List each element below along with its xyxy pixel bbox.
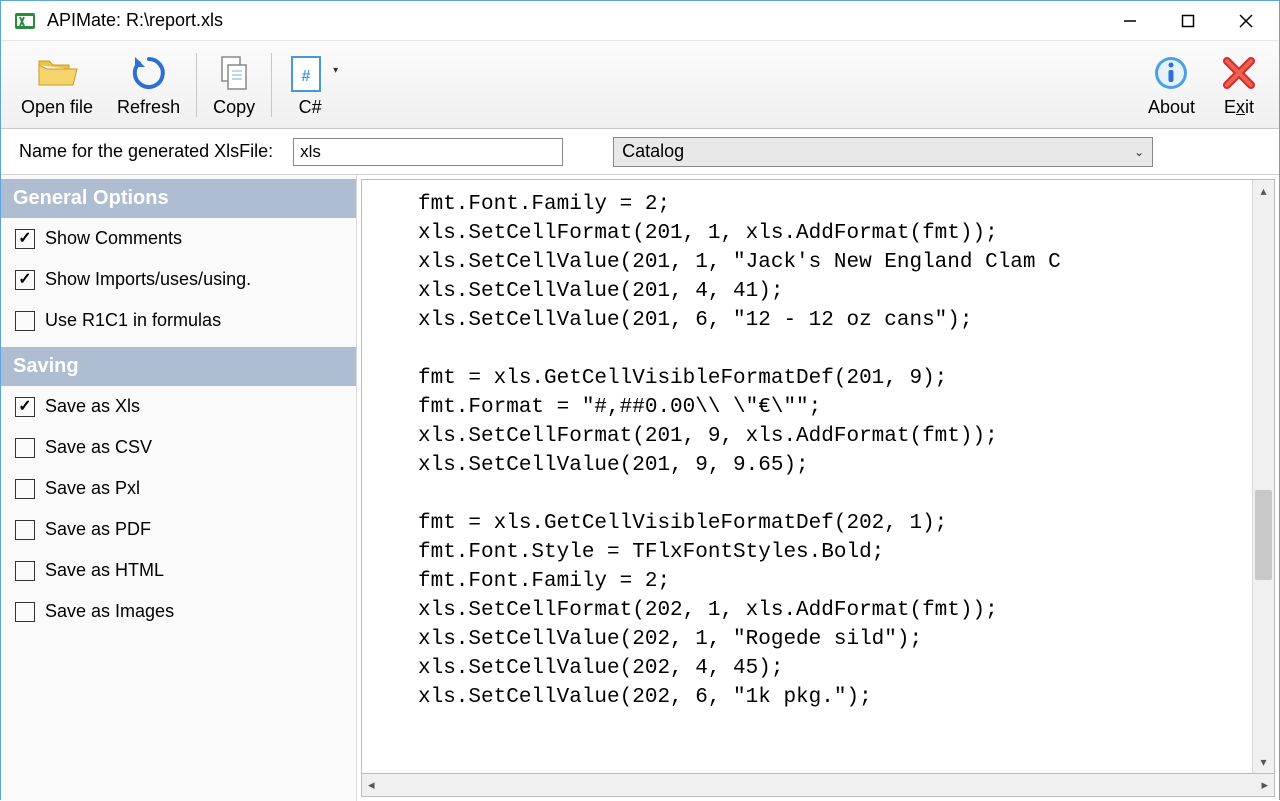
save-as-images-checkbox[interactable]: Save as Images xyxy=(1,591,356,632)
copy-label: Copy xyxy=(213,97,255,118)
toolbar: Open file Refresh Copy # xyxy=(1,41,1279,129)
checkbox-label: Show Comments xyxy=(45,228,182,249)
copy-icon xyxy=(214,51,254,95)
code-area: fmt.Font.Family = 2; xls.SetCellFormat(2… xyxy=(357,175,1279,801)
exit-button[interactable]: Exit xyxy=(1207,44,1271,126)
save-as-html-checkbox[interactable]: Save as HTML xyxy=(1,550,356,591)
window-controls xyxy=(1101,1,1275,41)
open-file-button[interactable]: Open file xyxy=(9,44,105,126)
refresh-icon xyxy=(129,51,169,95)
code-pane[interactable]: fmt.Font.Family = 2; xls.SetCellFormat(2… xyxy=(361,179,1275,773)
checkbox-icon xyxy=(15,397,35,417)
refresh-button[interactable]: Refresh xyxy=(105,44,192,126)
close-button[interactable] xyxy=(1217,1,1275,41)
checkbox-label: Save as CSV xyxy=(45,437,152,458)
general-options-header: General Options xyxy=(1,179,356,218)
maximize-button[interactable] xyxy=(1159,1,1217,41)
language-button[interactable]: # ▾ C# xyxy=(276,44,344,126)
scroll-left-icon: ◂ xyxy=(368,777,375,793)
refresh-label: Refresh xyxy=(117,97,180,118)
sidebar: General Options Show Comments Show Impor… xyxy=(1,175,357,801)
chevron-down-icon: ▾ xyxy=(333,65,338,76)
window-title: APIMate: R:\report.xls xyxy=(47,10,1101,31)
language-label: C# xyxy=(299,97,322,118)
vertical-scrollbar[interactable]: ▴ ▾ xyxy=(1252,180,1274,773)
close-icon xyxy=(1219,51,1259,95)
minimize-button[interactable] xyxy=(1101,1,1159,41)
show-imports-checkbox[interactable]: Show Imports/uses/using. xyxy=(1,259,356,300)
saving-header: Saving xyxy=(1,347,356,386)
toolbar-separator xyxy=(271,53,272,117)
scroll-right-icon: ▸ xyxy=(1261,777,1268,793)
horizontal-scrollbar[interactable]: ◂ ▸ xyxy=(361,773,1275,797)
checkbox-icon xyxy=(15,520,35,540)
save-as-xls-checkbox[interactable]: Save as Xls xyxy=(1,386,356,427)
svg-text:#: # xyxy=(302,68,311,85)
about-label: About xyxy=(1148,97,1195,118)
app-icon xyxy=(13,9,37,33)
info-icon xyxy=(1151,51,1191,95)
toolbar-separator xyxy=(196,53,197,117)
sheet-combo[interactable]: Catalog ⌄ xyxy=(613,137,1153,167)
checkbox-icon xyxy=(15,602,35,622)
checkbox-label: Save as Xls xyxy=(45,396,140,417)
checkbox-label: Save as HTML xyxy=(45,560,164,581)
checkbox-label: Save as Images xyxy=(45,601,174,622)
checkbox-icon xyxy=(15,229,35,249)
checkbox-icon xyxy=(15,438,35,458)
open-file-label: Open file xyxy=(21,97,93,118)
save-as-csv-checkbox[interactable]: Save as CSV xyxy=(1,427,356,468)
xlsfile-name-input[interactable] xyxy=(293,138,563,166)
controlbar: Name for the generated XlsFile: Catalog … xyxy=(1,129,1279,175)
show-comments-checkbox[interactable]: Show Comments xyxy=(1,218,356,259)
scroll-down-icon: ▾ xyxy=(1253,751,1274,773)
checkbox-icon xyxy=(15,270,35,290)
checkbox-label: Save as Pxl xyxy=(45,478,140,499)
csharp-icon: # ▾ xyxy=(288,51,332,95)
checkbox-label: Save as PDF xyxy=(45,519,151,540)
save-as-pdf-checkbox[interactable]: Save as PDF xyxy=(1,509,356,550)
main-area: General Options Show Comments Show Impor… xyxy=(1,175,1279,801)
checkbox-label: Use R1C1 in formulas xyxy=(45,310,221,331)
checkbox-icon xyxy=(15,479,35,499)
scroll-up-icon: ▴ xyxy=(1253,180,1274,202)
checkbox-icon xyxy=(15,561,35,581)
checkbox-label: Show Imports/uses/using. xyxy=(45,269,251,290)
copy-button[interactable]: Copy xyxy=(201,44,267,126)
folder-open-icon xyxy=(35,51,79,95)
about-button[interactable]: About xyxy=(1136,44,1207,126)
use-r1c1-checkbox[interactable]: Use R1C1 in formulas xyxy=(1,300,356,341)
checkbox-icon xyxy=(15,311,35,331)
xlsfile-name-label: Name for the generated XlsFile: xyxy=(19,141,273,162)
scroll-thumb[interactable] xyxy=(1255,490,1272,580)
chevron-down-icon: ⌄ xyxy=(1134,145,1144,159)
save-as-pxl-checkbox[interactable]: Save as Pxl xyxy=(1,468,356,509)
sheet-combo-value: Catalog xyxy=(622,141,684,162)
exit-label: Exit xyxy=(1224,97,1254,118)
titlebar: APIMate: R:\report.xls xyxy=(1,1,1279,41)
